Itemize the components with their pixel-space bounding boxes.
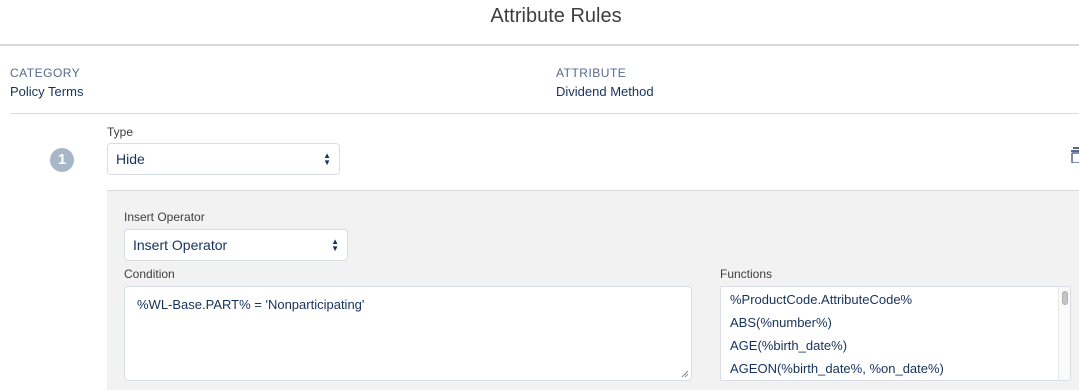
attribute-label: ATTRIBUTE [556,66,627,80]
condition-label: Condition [124,267,175,281]
function-item[interactable]: AGE(%birth_date%) [721,334,1070,357]
up-down-arrows-icon: ▲ ▼ [331,237,339,253]
scrollbar-thumb[interactable] [1062,291,1068,305]
function-item[interactable]: %ProductCode.AttributeCode% [721,288,1070,311]
insert-operator-label: Insert Operator [124,210,205,224]
function-item[interactable]: AGEON(%birth_date%, %on_date%) [721,357,1070,380]
meta-divider [10,113,1079,114]
type-select[interactable]: Hide ▲ ▼ [107,143,340,175]
category-value: Policy Terms [10,84,84,99]
function-item[interactable]: ABS(%number%) [721,311,1070,334]
category-label: CATEGORY [10,66,81,80]
rule-step-badge: 1 [50,148,74,172]
functions-scrollbar[interactable] [1058,287,1070,380]
insert-operator-select-value: Insert Operator [133,237,228,253]
page-title: Attribute Rules [490,5,622,27]
up-down-arrows-icon: ▲ ▼ [323,151,331,167]
title-divider [0,44,1079,46]
functions-label: Functions [720,267,773,281]
insert-operator-select[interactable]: Insert Operator ▲ ▼ [124,229,348,261]
type-select-value: Hide [116,151,145,167]
resize-grip-icon[interactable] [681,370,689,378]
trash-icon[interactable] [1071,147,1079,163]
type-label: Type [107,125,134,139]
condition-textarea[interactable]: %WL-Base.PART% = 'Nonparticipating' [124,286,692,381]
condition-value: %WL-Base.PART% = 'Nonparticipating' [137,297,365,312]
attribute-value: Dividend Method [556,84,654,99]
functions-list[interactable]: %ProductCode.AttributeCode% ABS(%number%… [720,286,1071,381]
